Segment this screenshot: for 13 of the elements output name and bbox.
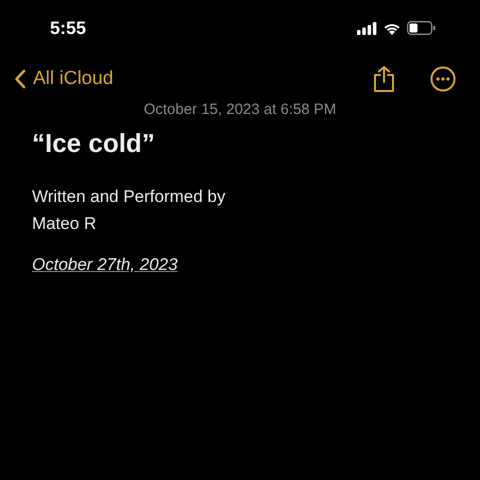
status-time: 5:55: [50, 18, 86, 38]
note-line: Mateo R: [32, 213, 98, 235]
share-icon[interactable]: [372, 65, 396, 93]
more-icon[interactable]: [430, 66, 456, 92]
battery-icon: [407, 21, 436, 35]
wifi-icon: [383, 22, 401, 34]
chevron-left-icon: [14, 69, 26, 89]
note-date: October 27th, 2023: [32, 255, 178, 274]
note-timestamp: October 15, 2023 at 6:58 PM: [142, 101, 338, 118]
note-title: “Ice cold”: [32, 128, 156, 159]
note-line: Written and Performed by: [32, 186, 226, 208]
back-button[interactable]: All iCloud: [14, 68, 114, 90]
signal-icon: [357, 22, 377, 34]
